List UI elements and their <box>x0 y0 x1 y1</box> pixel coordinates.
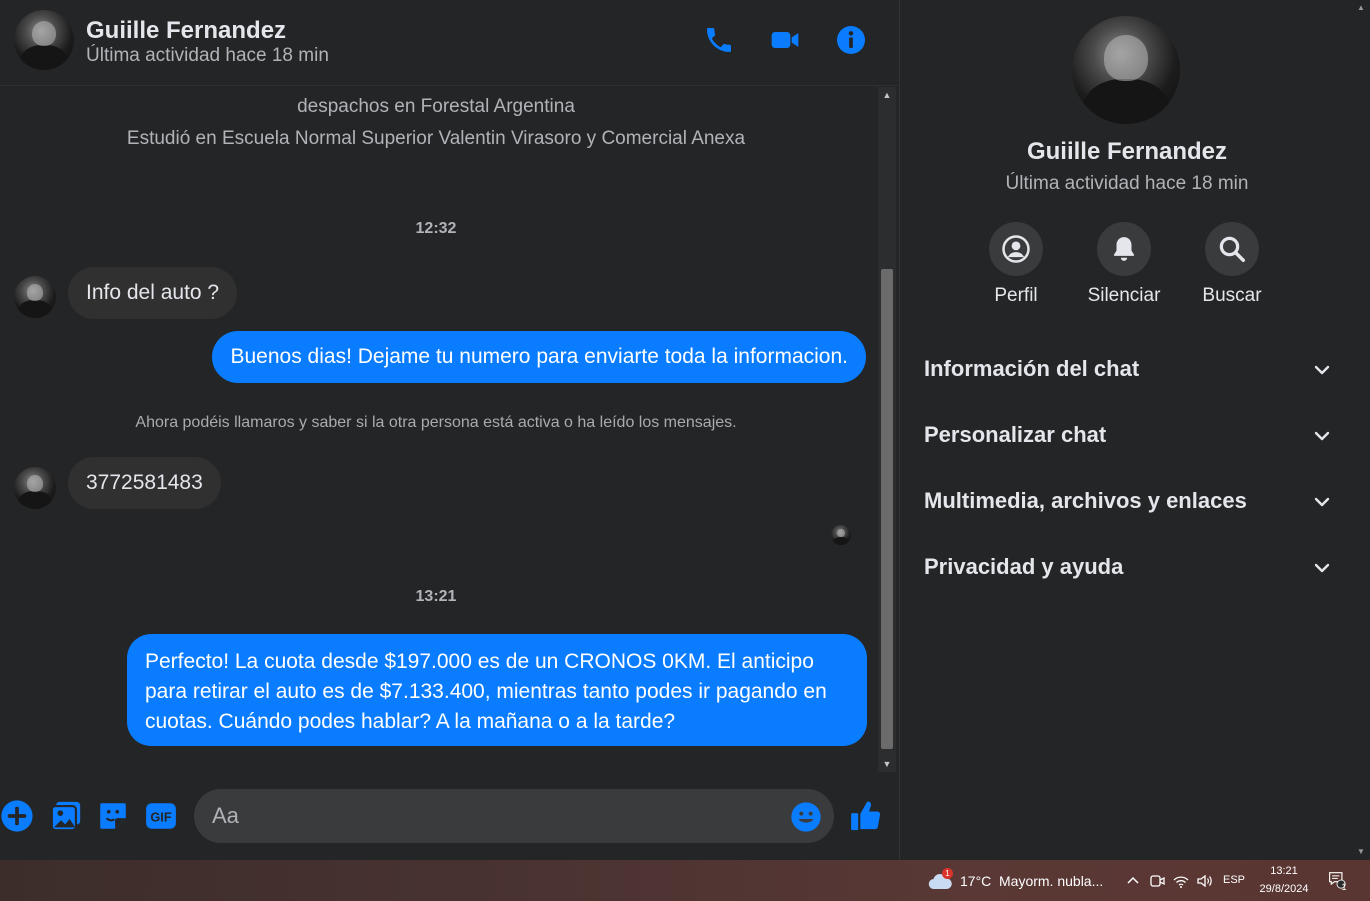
panel-contact-status: Última actividad hace 18 min <box>1005 173 1249 194</box>
conversation-info-panel: Guiille Fernandez Última actividad hace … <box>899 0 1370 860</box>
incoming-message[interactable]: 3772581483 <box>68 457 221 509</box>
gif-icon[interactable]: GIF <box>144 799 178 833</box>
clock-date[interactable]: 29/8/2024 <box>1252 883 1316 895</box>
chevron-down-icon <box>1314 431 1330 441</box>
clock-time[interactable]: 13:21 <box>1262 865 1306 877</box>
contact-education-info: Estudió en Escuela Normal Superior Valen… <box>126 128 746 149</box>
profile-button[interactable]: Perfil <box>966 222 1066 307</box>
profile-icon[interactable] <box>989 222 1043 276</box>
timestamp: 13:21 <box>415 588 457 605</box>
svg-text:GIF: GIF <box>150 810 171 825</box>
weather-alert-badge: 1 <box>942 868 953 879</box>
mute-label: Silenciar <box>1087 285 1161 306</box>
phone-icon[interactable] <box>703 24 735 56</box>
message-input-box <box>194 789 834 843</box>
system-notice: Ahora podéis llamaros y saber si la otra… <box>135 414 737 431</box>
search-icon[interactable] <box>1205 222 1259 276</box>
scroll-down-arrow-icon[interactable]: ▼ <box>878 756 896 772</box>
scroll-up-arrow-icon[interactable]: ▲ <box>878 87 896 103</box>
info-icon[interactable] <box>835 24 867 56</box>
message-thread[interactable]: despachos en Forestal Argentina Estudió … <box>0 87 876 772</box>
panel-contact-name: Guiille Fernandez <box>1026 138 1228 165</box>
timestamp: 12:32 <box>415 220 457 237</box>
video-call-icon[interactable] <box>769 24 801 56</box>
section-label: Multimedia, archivos y enlaces <box>924 488 1247 513</box>
panel-scrollbar[interactable]: ▲ ▼ <box>1354 0 1368 860</box>
meet-now-icon[interactable] <box>1148 872 1166 890</box>
section-chat-info[interactable]: Información del chat <box>924 350 1332 390</box>
contact-name[interactable]: Guiille Fernandez <box>86 17 286 45</box>
chat-column: Guiille Fernandez Última actividad hace … <box>0 0 898 860</box>
sticker-icon[interactable] <box>96 799 130 833</box>
chat-header: Guiille Fernandez Última actividad hace … <box>0 0 898 86</box>
chevron-down-icon <box>1314 365 1330 375</box>
mute-button[interactable]: Silenciar <box>1074 222 1174 307</box>
message-composer: GIF <box>0 786 898 848</box>
incoming-message[interactable]: Info del auto ? <box>68 267 238 319</box>
contact-work-info: despachos en Forestal Argentina <box>297 96 575 117</box>
weather-description[interactable]: Mayorm. nubla... <box>999 873 1103 889</box>
scroll-down-arrow-icon[interactable]: ▼ <box>1356 846 1366 858</box>
scroll-up-arrow-icon[interactable]: ▲ <box>1356 2 1366 14</box>
windows-taskbar: 1 17°C Mayorm. nubla... ESP 13:21 29/8/2… <box>0 860 1370 901</box>
outgoing-message[interactable]: Buenos dias! Dejame tu numero para envia… <box>212 331 866 383</box>
thread-scrollbar[interactable]: ▲ ▼ <box>878 87 896 772</box>
like-icon[interactable] <box>849 799 883 833</box>
seen-indicator-avatar <box>831 525 851 545</box>
sender-avatar[interactable] <box>14 276 56 318</box>
search-button[interactable]: Buscar <box>1182 222 1282 307</box>
chevron-down-icon <box>1314 563 1330 573</box>
section-label: Información del chat <box>924 356 1140 381</box>
chevron-down-icon <box>1314 497 1330 507</box>
notification-count: 1 <box>1341 882 1347 892</box>
volume-icon[interactable] <box>1195 872 1213 890</box>
message-input[interactable] <box>212 789 782 843</box>
chevron-up-icon[interactable] <box>1124 872 1142 890</box>
section-privacy-help[interactable]: Privacidad y ayuda <box>924 548 1332 588</box>
contact-status: Última actividad hace 18 min <box>86 45 329 66</box>
search-label: Buscar <box>1202 285 1262 306</box>
outgoing-message[interactable]: Perfecto! La cuota desde $197.000 es de … <box>127 634 867 746</box>
bell-icon[interactable] <box>1097 222 1151 276</box>
section-customize-chat[interactable]: Personalizar chat <box>924 416 1332 456</box>
profile-label: Perfil <box>994 285 1038 306</box>
weather-temperature[interactable]: 17°C <box>960 873 991 889</box>
section-label: Privacidad y ayuda <box>924 554 1124 579</box>
emoji-icon[interactable] <box>790 801 822 833</box>
sender-avatar[interactable] <box>14 467 56 509</box>
contact-avatar[interactable] <box>14 10 74 70</box>
photo-icon[interactable] <box>49 799 83 833</box>
scrollbar-thumb[interactable] <box>881 269 893 749</box>
wifi-icon[interactable] <box>1172 872 1190 890</box>
section-label: Personalizar chat <box>924 422 1107 447</box>
messenger-window: Guiille Fernandez Última actividad hace … <box>0 0 1370 901</box>
section-media-files-links[interactable]: Multimedia, archivos y enlaces <box>924 482 1332 522</box>
plus-icon[interactable] <box>0 799 34 833</box>
contact-avatar-large[interactable] <box>1072 16 1180 124</box>
input-language[interactable]: ESP <box>1223 874 1245 886</box>
